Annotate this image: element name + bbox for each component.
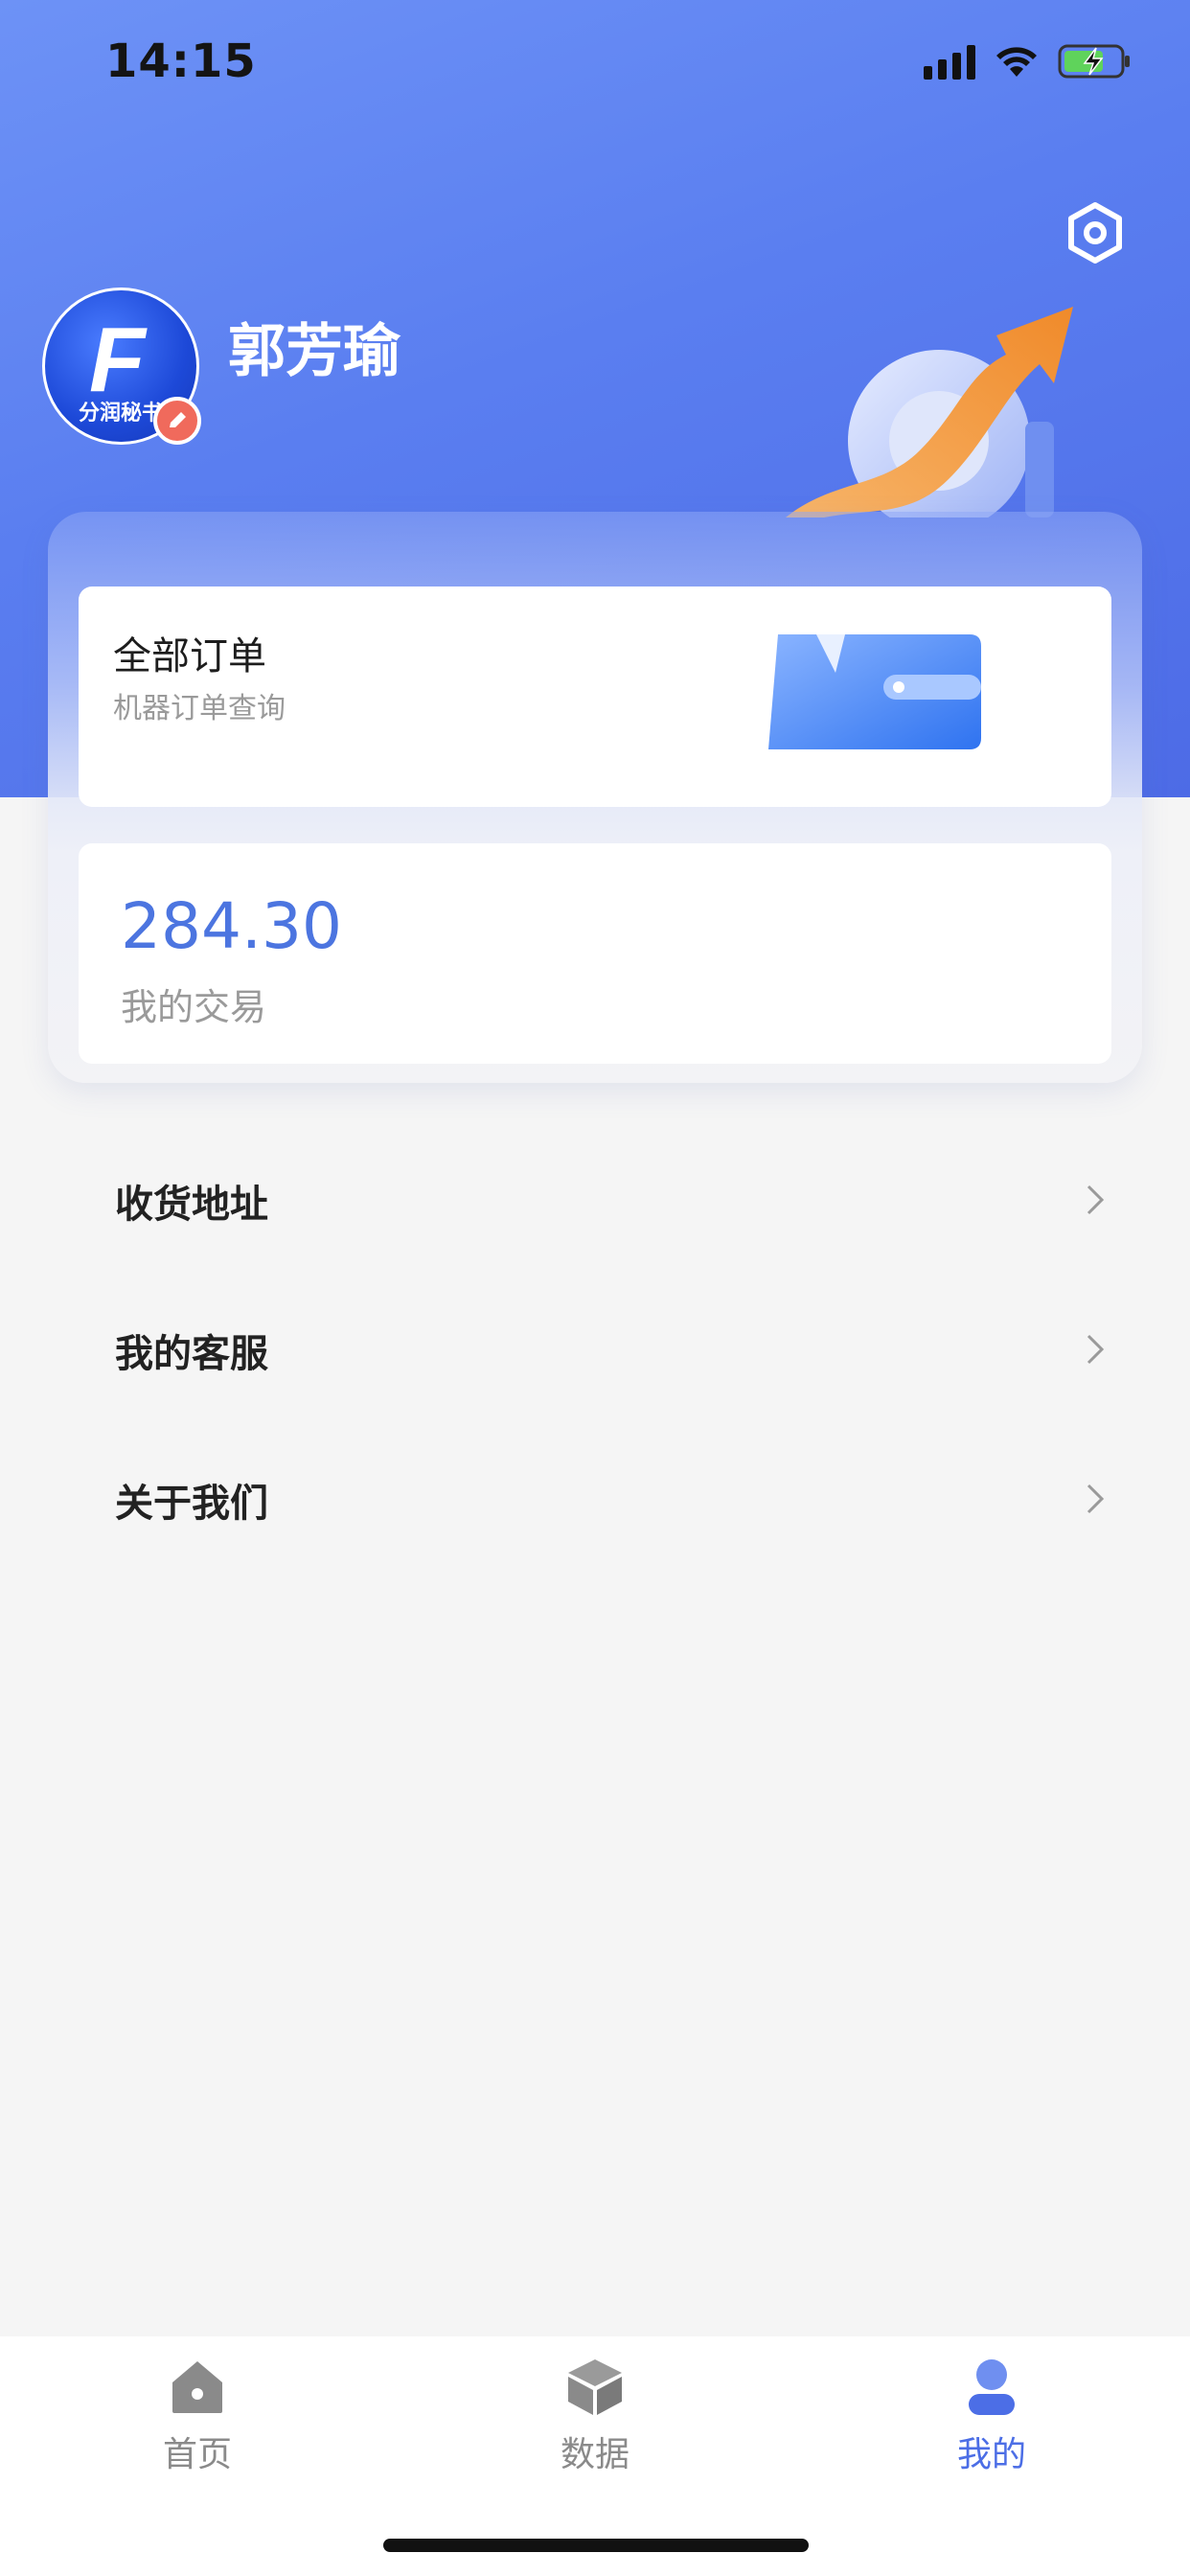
all-orders-card[interactable]: 全部订单 机器订单查询 [79,586,1111,807]
signal-icon [924,43,975,80]
tab-mine[interactable]: 我的 [896,2356,1087,2490]
menu-item-customer-service[interactable]: 我的客服 [0,1275,1190,1424]
user-icon [969,2359,1015,2415]
wifi-icon [996,47,1037,77]
settings-icon[interactable] [1064,201,1127,264]
menu-item-label: 收货地址 [115,1183,268,1227]
edit-avatar-button[interactable] [153,397,201,445]
tab-label: 数据 [560,2435,629,2474]
status-icons [924,42,1133,80]
growth-arrow-illustration [786,307,1073,518]
trade-label: 我的交易 [121,986,267,1028]
menu-item-label: 我的客服 [115,1332,268,1376]
home-icon [172,2361,222,2413]
chevron-right-icon [1087,1484,1105,1514]
wallet-icon [768,634,981,749]
status-time: 14:15 [105,34,257,88]
menu-item-shipping-address[interactable]: 收货地址 [0,1125,1190,1275]
battery-icon [1058,44,1130,79]
edit-pencil-icon [170,412,186,427]
my-trades-card[interactable]: 284.30 我的交易 [79,843,1111,1064]
menu-item-label: 关于我们 [115,1482,268,1526]
trade-amount: 284.30 [121,889,342,963]
tab-label: 我的 [956,2435,1026,2474]
orders-title: 全部订单 [113,634,266,678]
chevron-right-icon [1087,1334,1105,1365]
home-indicator [383,2539,809,2552]
tab-home[interactable]: 首页 [102,2356,293,2490]
chevron-right-icon [1087,1184,1105,1215]
tab-label: 首页 [162,2435,232,2474]
username: 郭芳瑜 [228,318,400,385]
menu-item-about-us[interactable]: 关于我们 [0,1424,1190,1574]
tab-data[interactable]: 数据 [499,2356,691,2490]
cube-icon [568,2359,622,2415]
orders-subtitle: 机器订单查询 [113,692,286,725]
